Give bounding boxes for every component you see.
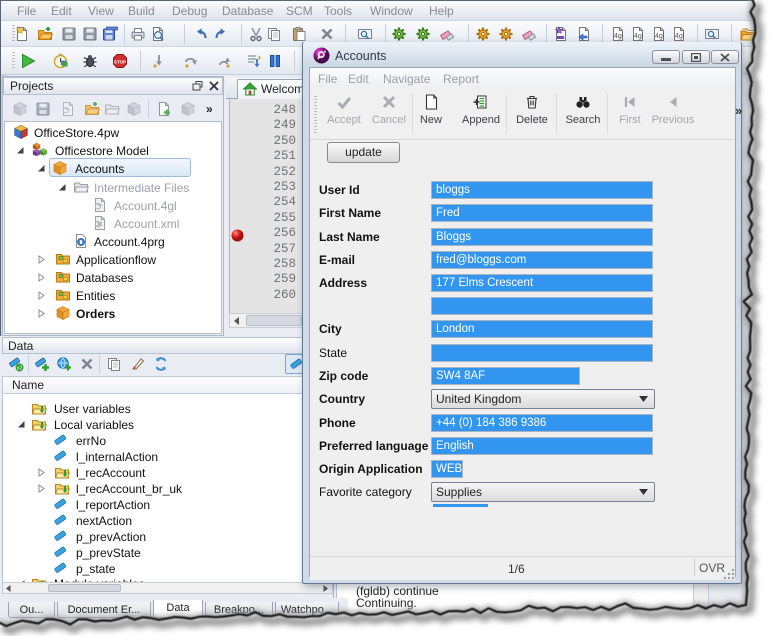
svg-text:x2: x2 xyxy=(17,366,23,372)
svg-text:4gl: 4gl xyxy=(614,33,624,40)
svg-text:4gl: 4gl xyxy=(675,33,685,40)
svg-text:4gl: 4gl xyxy=(655,33,665,40)
svg-text:4gl: 4gl xyxy=(634,33,644,40)
svg-text:STOP: STOP xyxy=(114,59,126,64)
